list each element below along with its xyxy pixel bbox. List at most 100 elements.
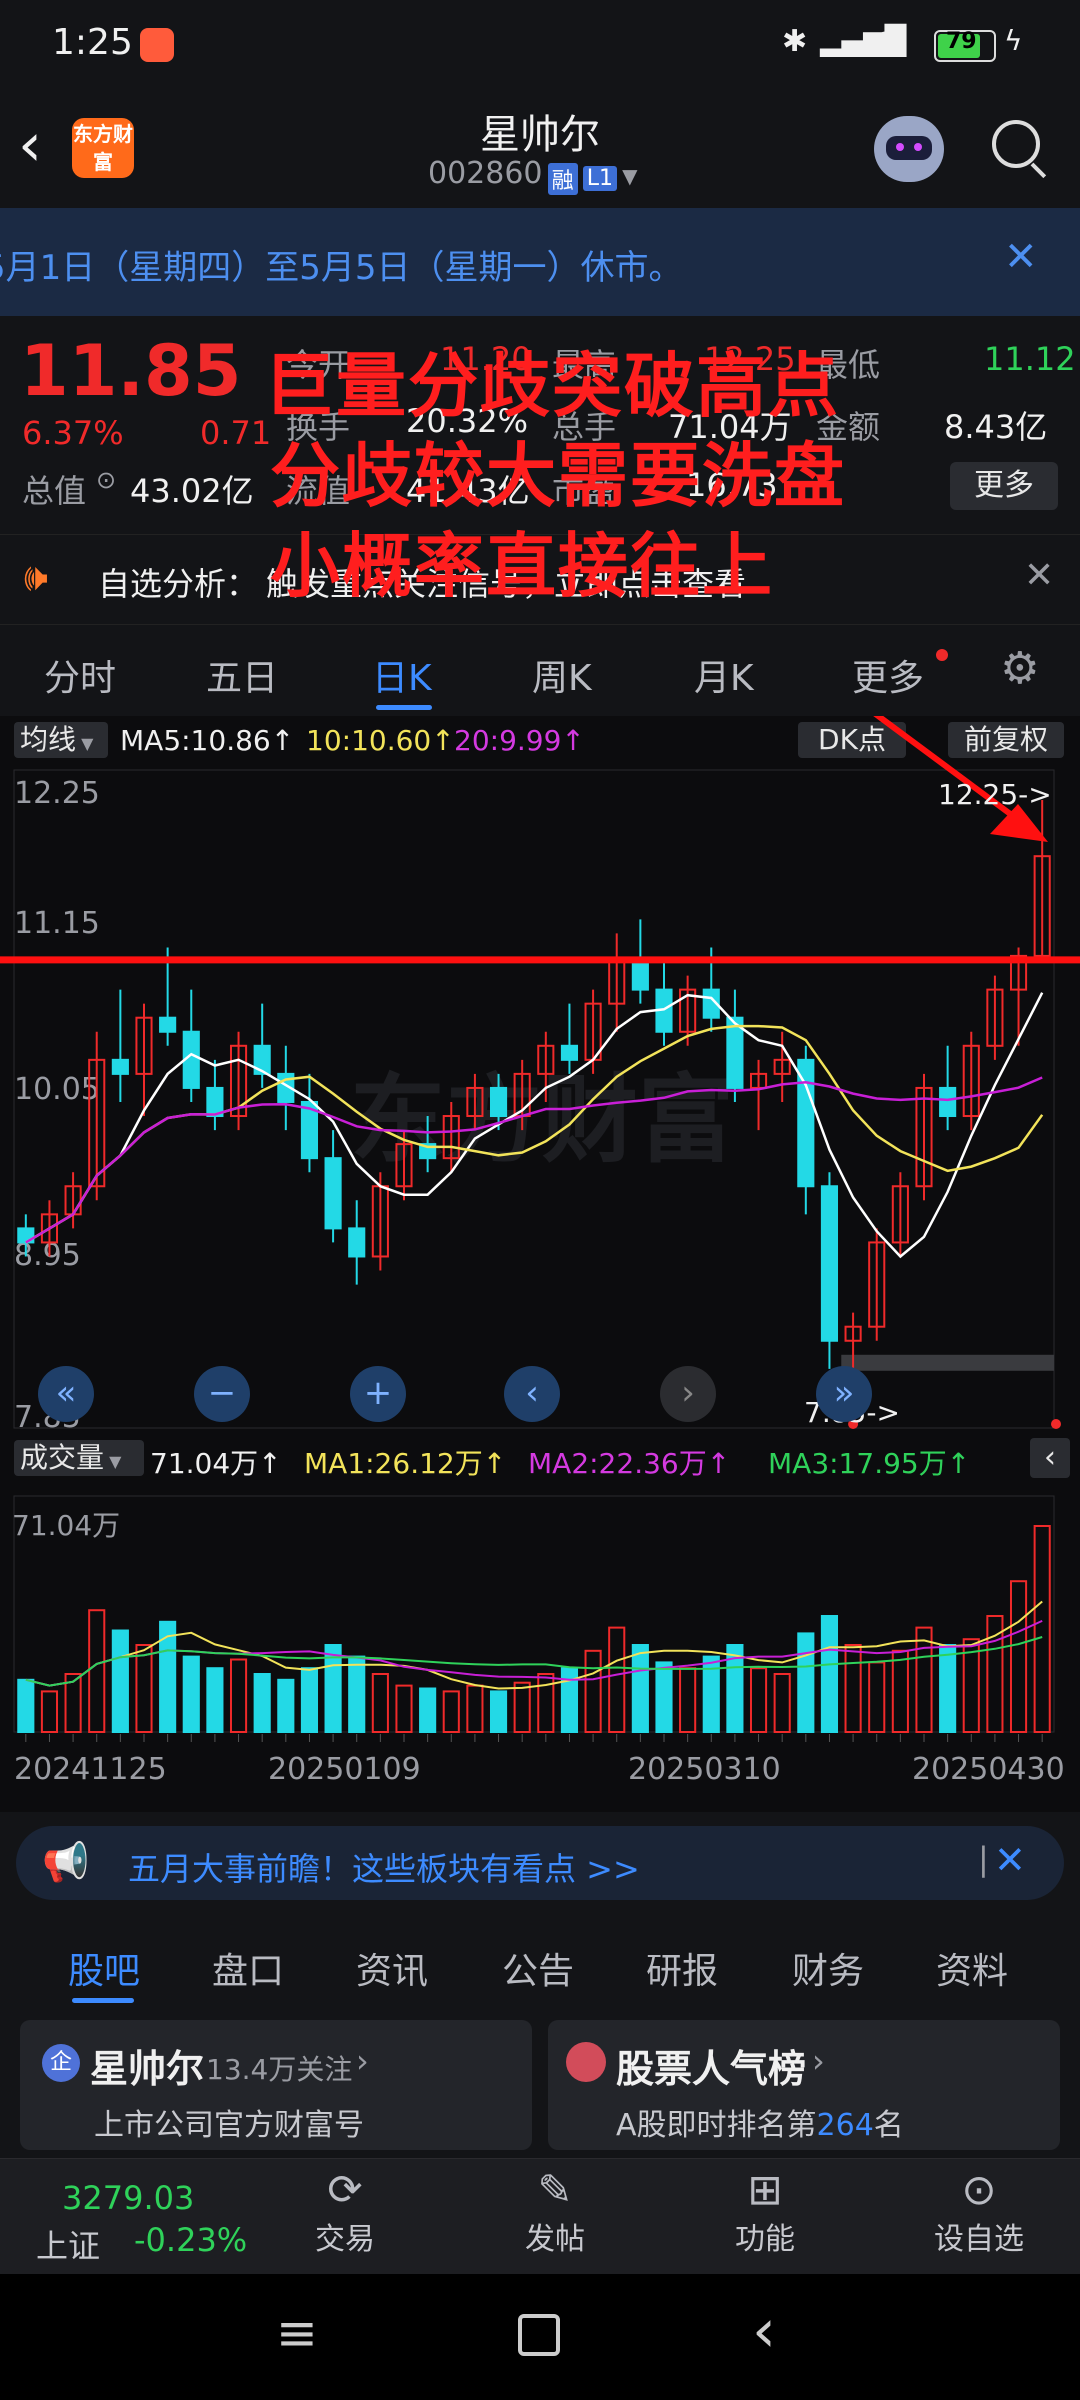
tab-weekly-k[interactable]: 周K (532, 649, 592, 701)
last-price: 11.85 (20, 330, 242, 412)
change-amount: 0.71 (200, 414, 272, 452)
system-nav-bar: ≡ ‹ (0, 2274, 1080, 2400)
candle-body (111, 1058, 129, 1075)
candle-body (159, 1016, 177, 1033)
functions-button[interactable]: ⊞ 功能 (710, 2159, 820, 2275)
zoom-in-icon[interactable]: + (350, 1366, 406, 1422)
volume-bar (466, 1684, 484, 1733)
volume-bar (489, 1690, 508, 1733)
close-analysis-icon[interactable]: ✕ (1024, 555, 1054, 596)
volume-bar (111, 1629, 129, 1733)
tab-announcements[interactable]: 公告 (502, 1942, 574, 1994)
volume-bar (277, 1678, 295, 1734)
stock-code-row[interactable]: 002860 融 L1 ▼ (428, 156, 637, 196)
volume-bar (679, 1667, 697, 1733)
robot-assistant-icon[interactable] (874, 116, 944, 182)
battery-icon: 79 (934, 29, 996, 62)
home-icon[interactable] (518, 2314, 560, 2356)
volume-bar (773, 1673, 791, 1734)
volume-bar (608, 1626, 626, 1733)
event-banner[interactable]: 📢 五月大事前瞻！这些板块有看点 >> | ✕ (16, 1826, 1064, 1900)
volume-bar (182, 1655, 200, 1733)
more-dots-icon: ⊙ (961, 2165, 997, 2214)
mktcap-label: 总值 (22, 472, 87, 510)
max-price-label: 12.25-> (938, 778, 1052, 811)
popularity-card[interactable]: 股票人气榜 › A股即时排名第264名 (548, 2020, 1060, 2150)
low-value: 11.12 (984, 340, 1076, 378)
period-tabs: 分时 五日 日K 周K 月K 更多 ⚙ (0, 624, 1080, 717)
notice-text: 5月1日（星期四）至5月5日（星期一）休市。 (0, 248, 683, 288)
tab-more[interactable]: 更多 (852, 649, 924, 701)
volume-select[interactable]: 成交量 ▼ (14, 1440, 144, 1476)
volume-bar (915, 1626, 933, 1733)
volume-bar (749, 1667, 768, 1733)
tab-profile[interactable]: 资料 (936, 1942, 1008, 1994)
volume-axis-label: 71.04万 (12, 1509, 121, 1542)
volume-bar (17, 1678, 35, 1734)
candle-body (631, 960, 649, 991)
change-percent: 6.37% (22, 414, 124, 452)
tab-guba[interactable]: 股吧 (68, 1942, 140, 1994)
status-bar: 1:25 ✱ ▂▄▆█ ◠ 79 ϟ (0, 0, 1080, 90)
grid-icon: ⊞ (747, 2165, 783, 2214)
scroll-right-fast-icon[interactable]: » (816, 1366, 872, 1422)
menu-icon[interactable]: ≡ (276, 2304, 318, 2362)
settings-gear-icon[interactable]: ⚙ (1000, 643, 1039, 694)
kline-svg (0, 716, 1080, 1742)
search-icon[interactable] (992, 120, 1047, 179)
collapse-icon[interactable]: ‹ (1030, 1438, 1070, 1478)
tab-intraday[interactable]: 分时 (44, 649, 116, 701)
market-notice[interactable]: 5月1日（星期四）至5月5日（星期一）休市。 ✕ (0, 208, 1080, 316)
company-account-card[interactable]: 企 星帅尔 13.4万关注 › 上市公司官方财富号 (20, 2020, 532, 2150)
chevron-right-icon: › (356, 2042, 369, 2080)
close-icon[interactable]: ✕ (1004, 234, 1038, 280)
stock-header: ‹ 东方财富 星帅尔 002860 融 L1 ▼ (0, 90, 1080, 208)
index-name: 上证 (36, 2227, 101, 2265)
notification-icon (140, 28, 174, 62)
tab-daily-k[interactable]: 日K (372, 649, 432, 701)
volume-bar (820, 1615, 839, 1734)
scroll-left-fast-icon[interactable]: « (38, 1366, 94, 1422)
card-subtitle: 上市公司官方财富号 (94, 2108, 364, 2143)
post-button[interactable]: ✎ 发帖 (500, 2159, 610, 2275)
enterprise-badge-icon: 企 (42, 2044, 80, 2082)
volume-bar (939, 1644, 957, 1734)
tab-research[interactable]: 研报 (646, 1942, 718, 1994)
tab-finance[interactable]: 财务 (792, 1942, 864, 1994)
info-icon[interactable]: ⊙ (96, 466, 116, 494)
volume-bar (631, 1644, 649, 1734)
trade-button[interactable]: ⟳ 交易 (290, 2159, 400, 2275)
date-label-2: 20250109 (268, 1752, 421, 1787)
kline-chart-area[interactable]: 均线 ▼ MA5:10.86↑ 10:10.60↑ 20:9.99↑ DK点 前… (0, 345, 1080, 1812)
ma5-line (25, 992, 1044, 1259)
add-watchlist-button[interactable]: ⊙ 设自选 (914, 2159, 1044, 2275)
back-nav-icon[interactable]: ‹ (752, 2296, 776, 2366)
volume-bar (40, 1690, 59, 1733)
vol-ma1-line (25, 1600, 1043, 1690)
candle-body (348, 1227, 366, 1258)
status-time: 1:25 (52, 22, 133, 63)
index-value: 3279.03 (62, 2179, 195, 2217)
candle-body (489, 1086, 508, 1118)
ma20-line (25, 1076, 1043, 1244)
volume-bar (419, 1687, 437, 1733)
zoom-out-icon[interactable]: − (194, 1366, 250, 1422)
index-change: -0.23% (134, 2221, 248, 2259)
more-button[interactable]: 更多 (950, 462, 1058, 510)
chevron-down-icon: ▼ (622, 164, 638, 188)
tab-monthly-k[interactable]: 月K (694, 649, 754, 701)
close-banner-icon[interactable]: ✕ (994, 1838, 1026, 1882)
tab-five-day[interactable]: 五日 (206, 649, 278, 701)
index-quote[interactable]: 3279.03 上证 -0.23% (0, 2159, 247, 2275)
tab-news[interactable]: 资讯 (356, 1942, 428, 1994)
charging-icon: ϟ (1004, 24, 1023, 57)
scroll-right-icon[interactable]: › (660, 1366, 716, 1422)
ma10-line (25, 1024, 1044, 1244)
analysis-label: 自选分析： (98, 565, 259, 603)
tab-pankou[interactable]: 盘口 (212, 1942, 284, 1994)
scroll-left-icon[interactable]: ‹ (504, 1366, 560, 1422)
volume-bar (206, 1667, 224, 1733)
vol-ma1: MA1:26.12万↑ (304, 1447, 507, 1480)
speaker-icon: 🕪 (24, 555, 48, 599)
volume-bar (229, 1658, 248, 1733)
